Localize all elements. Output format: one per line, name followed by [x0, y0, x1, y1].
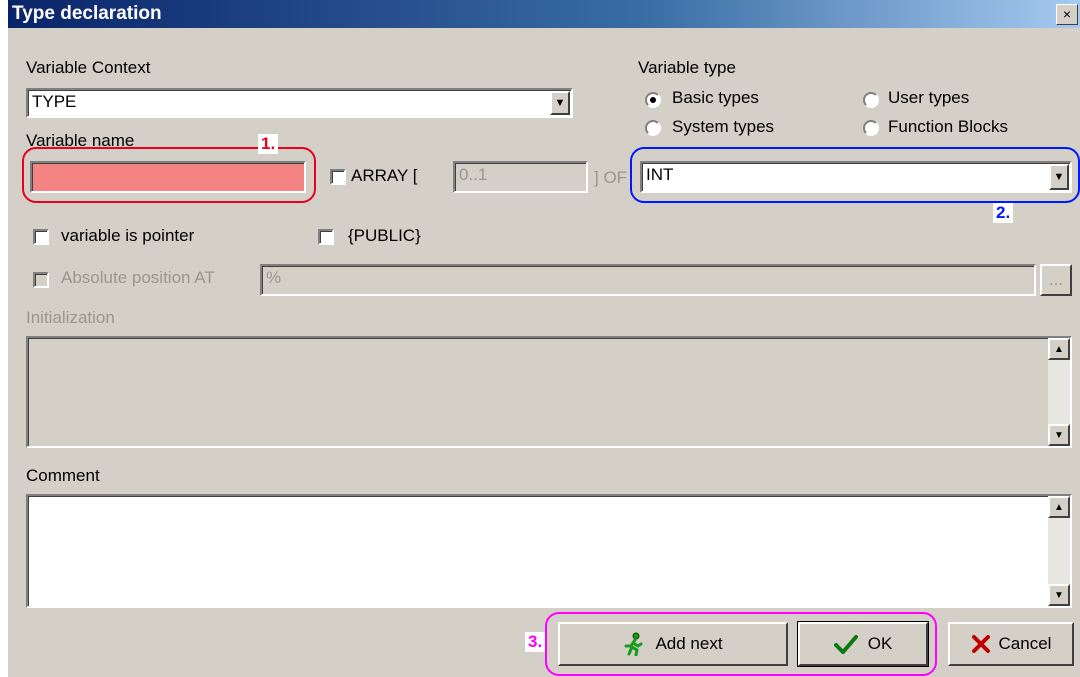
- public-label: {PUBLIC}: [348, 226, 421, 245]
- radio-user-types[interactable]: [863, 92, 879, 108]
- annotation-2: 2.: [993, 203, 1014, 223]
- array-of-label: ] OF: [594, 168, 628, 187]
- radio-user-types-label: User types: [888, 88, 970, 107]
- array-range-value: 0..1: [459, 165, 488, 184]
- radio-basic-types[interactable]: [645, 92, 661, 108]
- annotation-1: 1.: [258, 134, 279, 154]
- radio-system-types[interactable]: [645, 120, 661, 136]
- scroll-down-icon[interactable]: ▼: [1048, 424, 1070, 446]
- array-label: ARRAY [: [351, 166, 418, 185]
- pointer-checkbox[interactable]: [33, 229, 49, 245]
- comment-scrollbar[interactable]: ▲ ▼: [1048, 496, 1070, 606]
- highlight-type-select: [630, 147, 1080, 203]
- radio-dot: [650, 97, 656, 103]
- variable-type-label: Variable type: [638, 58, 736, 77]
- close-icon[interactable]: ×: [1056, 4, 1078, 25]
- initialization-label: Initialization: [26, 308, 115, 327]
- scroll-up-icon[interactable]: ▲: [1048, 338, 1070, 360]
- scroll-up-icon[interactable]: ▲: [1048, 496, 1070, 518]
- annotation-3: 3.: [525, 632, 546, 652]
- browse-button[interactable]: ...: [1040, 264, 1072, 296]
- variable-context-select[interactable]: TYPE ▼: [26, 88, 573, 118]
- initialization-textarea[interactable]: [26, 336, 1072, 448]
- absolute-position-value: %: [266, 268, 282, 287]
- highlight-variable-name: [22, 147, 316, 203]
- cancel-label: Cancel: [998, 634, 1052, 653]
- cancel-button[interactable]: Cancel: [948, 622, 1074, 666]
- variable-context-label: Variable Context: [26, 58, 151, 77]
- variable-context-value: TYPE: [32, 92, 77, 111]
- pointer-label: variable is pointer: [61, 226, 195, 245]
- type-declaration-dialog: Type declaration × Variable Context TYPE…: [8, 0, 1080, 677]
- chevron-down-icon[interactable]: ▼: [550, 91, 570, 115]
- absolute-position-label: Absolute position AT: [61, 268, 215, 287]
- array-checkbox[interactable]: [330, 169, 346, 185]
- radio-basic-types-label: Basic types: [672, 88, 759, 107]
- highlight-action-buttons: [545, 612, 937, 676]
- comment-label: Comment: [26, 466, 100, 485]
- comment-textarea[interactable]: [26, 494, 1072, 608]
- initialization-scrollbar[interactable]: ▲ ▼: [1048, 338, 1070, 446]
- absolute-position-checkbox[interactable]: [33, 272, 49, 288]
- dialog-title: Type declaration: [12, 3, 162, 24]
- array-range-input[interactable]: 0..1: [453, 161, 588, 193]
- title-bar: Type declaration ×: [8, 0, 1080, 28]
- absolute-position-input[interactable]: %: [260, 264, 1036, 296]
- radio-function-blocks[interactable]: [863, 120, 879, 136]
- radio-function-blocks-label: Function Blocks: [888, 117, 1008, 136]
- x-icon: [971, 635, 990, 653]
- public-checkbox[interactable]: [318, 229, 334, 245]
- scroll-down-icon[interactable]: ▼: [1048, 584, 1070, 606]
- radio-system-types-label: System types: [672, 117, 775, 136]
